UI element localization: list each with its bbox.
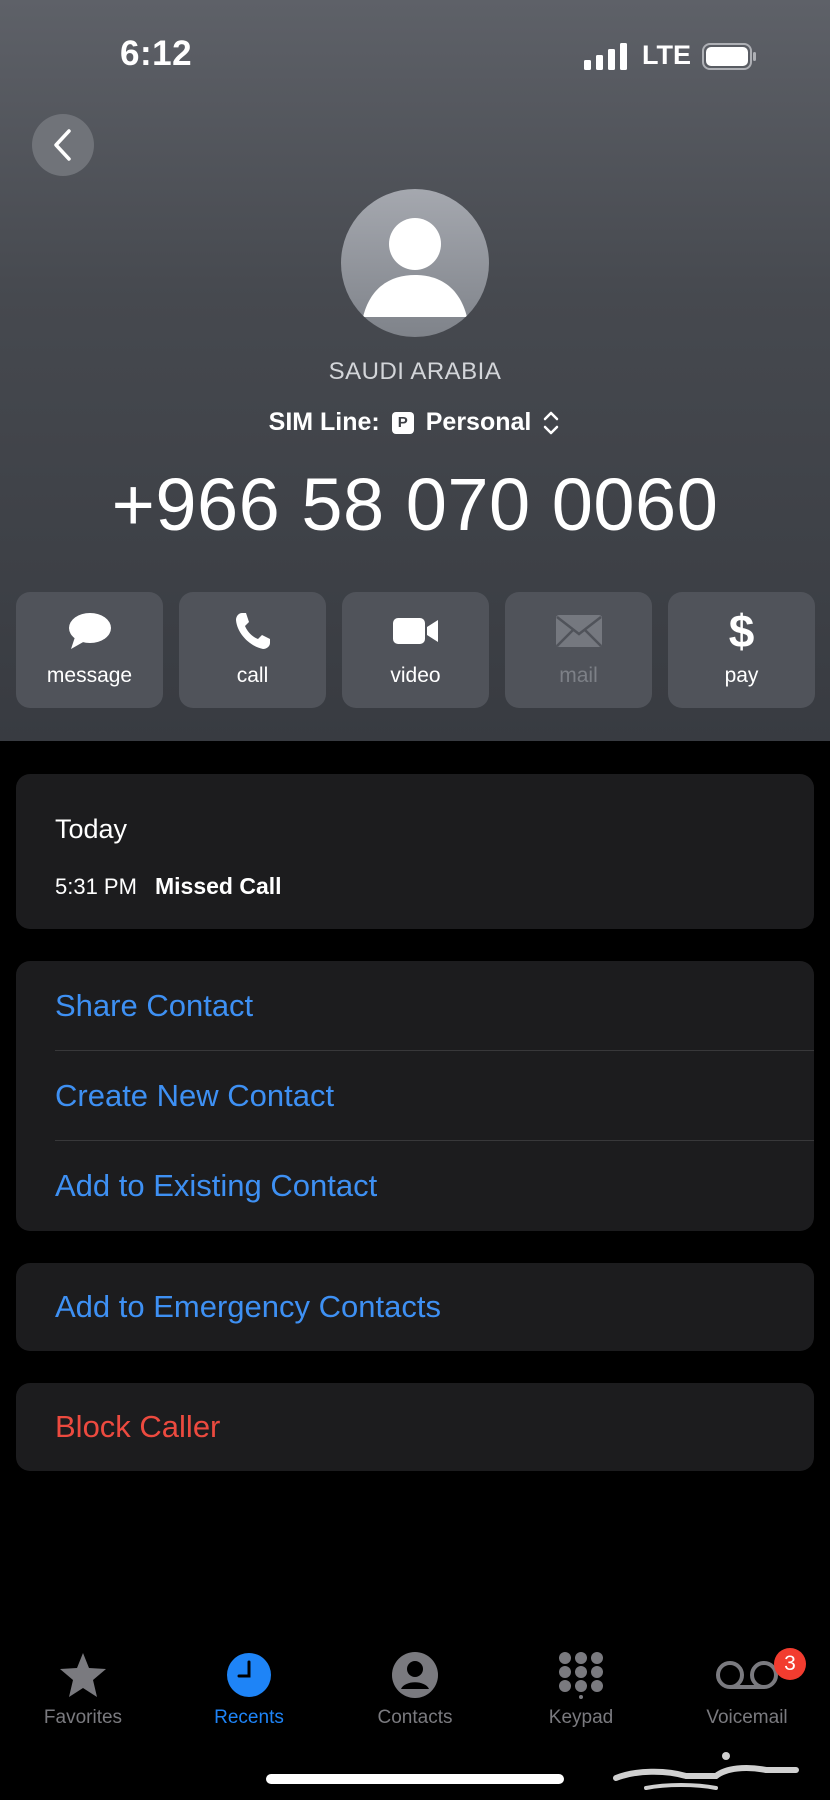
recents-card: Today 5:31 PM Missed Call <box>16 774 814 929</box>
block-card: Block Caller <box>16 1383 814 1471</box>
person-silhouette-icon <box>363 218 467 317</box>
watermark-logo <box>613 1752 799 1790</box>
tab-label: Recents <box>214 1707 284 1728</box>
tab-label: Favorites <box>43 1707 123 1728</box>
tab-recents[interactable]: Recents <box>166 1640 332 1740</box>
add-to-existing-contact-option[interactable]: Add to Existing Contact <box>16 1141 814 1231</box>
contact-options-card: Share Contact Create New Contact Add to … <box>16 961 814 1231</box>
share-contact-option[interactable]: Share Contact <box>16 961 814 1051</box>
star-icon <box>60 1653 106 1697</box>
chevron-left-icon <box>54 129 71 161</box>
tab-voicemail[interactable]: Voicemail <box>664 1640 830 1740</box>
sim-line-selector[interactable]: SIM Line: P Personal <box>0 408 830 437</box>
action-label: pay <box>724 664 759 687</box>
sim-line-label: SIM Line: <box>268 408 380 436</box>
status-time: 6:12 <box>120 34 193 73</box>
tab-keypad[interactable]: Keypad <box>498 1640 664 1740</box>
message-button[interactable]: message <box>16 592 163 708</box>
video-button[interactable]: video <box>342 592 489 708</box>
tab-label: Voicemail <box>706 1707 788 1728</box>
call-type: Missed Call <box>155 873 282 899</box>
envelope-icon <box>555 615 602 647</box>
emergency-card: Add to Emergency Contacts <box>16 1263 814 1351</box>
contact-avatar <box>341 189 489 337</box>
message-bubble-icon <box>68 613 111 649</box>
pay-button[interactable]: $ pay <box>668 592 815 708</box>
dollar-icon: $ <box>728 605 755 657</box>
battery-icon <box>702 43 756 70</box>
network-type: LTE <box>642 40 691 70</box>
mail-button[interactable]: mail <box>505 592 652 708</box>
clock-icon <box>227 1653 271 1697</box>
tab-label: Keypad <box>548 1707 614 1728</box>
action-label: video <box>390 664 441 687</box>
sim-line-value: Personal <box>425 408 532 436</box>
contact-name: SAUDI ARABIA <box>328 358 502 385</box>
home-indicator[interactable] <box>266 1774 564 1784</box>
tab-label: Contacts <box>377 1707 453 1728</box>
call-time: 5:31 PM <box>55 874 137 899</box>
tab-favorites[interactable]: Favorites <box>0 1640 166 1740</box>
recents-day: Today <box>55 814 128 844</box>
keypad-icon <box>559 1652 603 1699</box>
create-new-contact-option[interactable]: Create New Contact <box>16 1051 814 1141</box>
action-label: message <box>46 664 133 687</box>
back-button[interactable] <box>32 114 94 176</box>
chevron-up-down-icon <box>544 411 559 434</box>
tab-contacts[interactable]: Contacts <box>332 1640 498 1740</box>
phone-icon <box>235 613 270 649</box>
signal-icon <box>584 43 627 70</box>
contact-header: 6:12 LTE SAUDI ARABIA SIM Line: P Person… <box>0 0 830 741</box>
action-label: mail <box>559 664 598 687</box>
voicemail-badge: 3 <box>774 1648 806 1680</box>
add-to-emergency-contacts-option[interactable]: Add to Emergency Contacts <box>16 1263 814 1351</box>
call-button[interactable]: call <box>179 592 326 708</box>
block-caller-option[interactable]: Block Caller <box>16 1383 814 1471</box>
action-label: call <box>236 664 269 687</box>
video-camera-icon <box>392 618 438 644</box>
sim-badge: P <box>391 411 414 434</box>
phone-number: +966 58 070 0060 <box>111 463 719 546</box>
quick-actions: message call video mail $ pay <box>16 592 815 709</box>
person-circle-icon <box>392 1652 438 1698</box>
voicemail-icon <box>716 1661 778 1689</box>
